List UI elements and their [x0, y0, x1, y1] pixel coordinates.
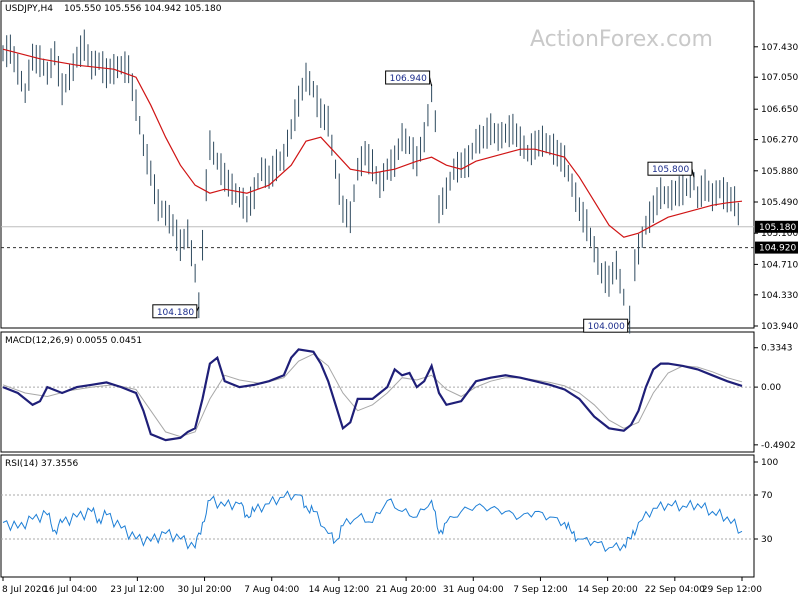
rsi-y-tick-label: 30: [761, 535, 773, 545]
chart-root: ActionForex.com USDJPY,H4 105.550 105.55…: [0, 0, 800, 600]
price-y-tick-label: 105.490: [761, 198, 798, 208]
x-tick-label: 22 Sep 04:00: [645, 585, 705, 595]
price-y-tick-label: 104.330: [761, 291, 798, 301]
x-tick-label: 14 Sep 20:00: [578, 585, 638, 595]
price-header-symbol: USDJPY,H4: [5, 4, 53, 14]
dashed-level-label: 104.920: [759, 244, 796, 254]
chart-svg: ActionForex.com USDJPY,H4 105.550 105.55…: [0, 0, 798, 595]
price-header-ohlc: 105.550 105.556 104.942 105.180: [64, 4, 222, 14]
x-tick-label: 23 Jul 12:00: [110, 585, 164, 595]
price-y-tick-label: 105.880: [761, 167, 798, 177]
x-tick-label: 31 Aug 04:00: [443, 585, 504, 595]
price-y-tick-label: 106.270: [761, 136, 798, 146]
macd-y-tick-label: 0.3343: [761, 344, 793, 354]
rsi-title: RSI(14) 37.3556: [5, 459, 78, 469]
rsi-y-tick-label: 100: [761, 458, 778, 468]
price-y-tick-label: 106.650: [761, 105, 798, 115]
x-tick-label: 7 Sep 12:00: [513, 585, 568, 595]
x-tick-label: 8 Jul 2020: [2, 585, 47, 595]
macd-y-tick-label: -0.4902: [761, 441, 796, 451]
x-tick-label: 21 Aug 20:00: [376, 585, 437, 595]
x-tick-label: 7 Aug 04:00: [244, 585, 299, 595]
macd-panel: [0, 331, 755, 453]
callout-label: 105.800: [652, 165, 689, 175]
rsi-panel: [0, 454, 755, 578]
macd-title: MACD(12,26,9) 0.0055 0.0451: [5, 336, 142, 346]
current-price-label: 105.180: [759, 223, 796, 233]
price-y-tick-label: 104.710: [761, 260, 798, 270]
rsi-y-tick-label: 70: [761, 491, 773, 501]
x-axis: 8 Jul 202016 Jul 04:00 23 Jul 12:00 30 Jul…: [2, 577, 762, 595]
x-tick-label: 30 Jul 20:00: [178, 585, 232, 595]
x-tick-label: 14 Aug 12:00: [309, 585, 370, 595]
callout-label: 106.940: [390, 74, 427, 84]
callout-label: 104.180: [157, 308, 194, 318]
macd-y-tick-label: 0.00: [761, 383, 781, 393]
price-y-tick-label: 107.430: [761, 43, 798, 53]
price-y-tick-label: 103.940: [761, 322, 798, 332]
x-tick-label: 29 Sep 12:00: [702, 585, 762, 595]
watermark: ActionForex.com: [530, 27, 713, 52]
callout-label: 104.000: [588, 322, 625, 332]
x-tick-label: 16 Jul 04:00: [43, 585, 97, 595]
price-y-tick-label: 107.050: [761, 73, 798, 83]
